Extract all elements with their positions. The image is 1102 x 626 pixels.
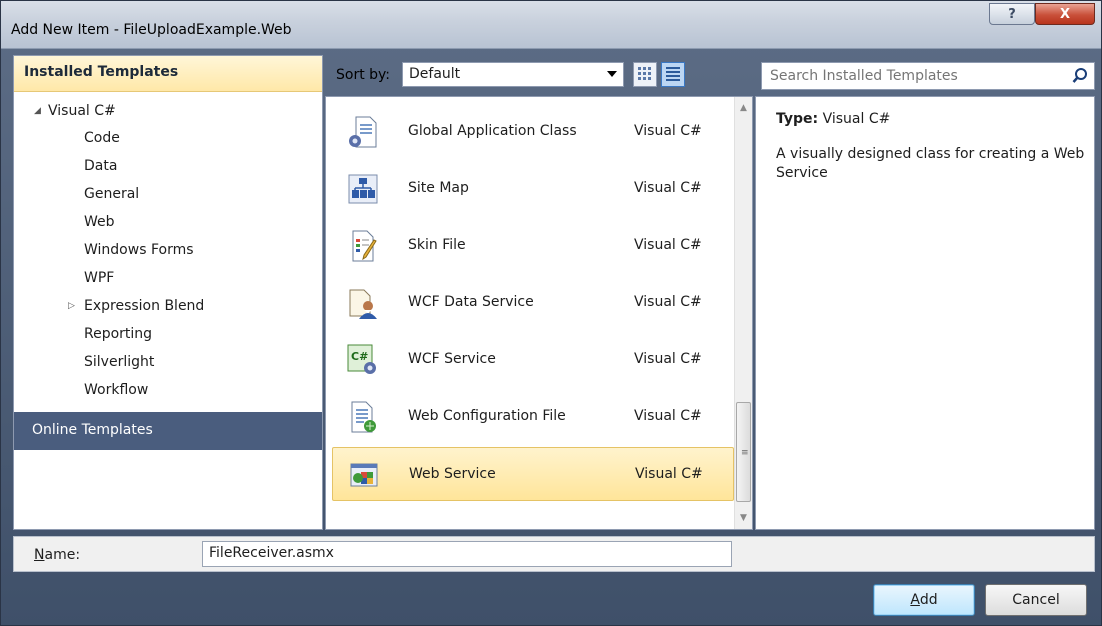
template-language: Visual C# [634,408,702,424]
list-item[interactable]: Global Application Class Visual C# [332,105,734,159]
sort-by-value: Default [409,66,461,82]
template-name: WCF Service [408,351,496,367]
grip-icon: ≡ [741,448,749,458]
expand-arrow-icon[interactable]: ▷ [68,301,75,311]
tree-item-data[interactable]: Data [84,158,117,174]
scroll-up-icon[interactable]: ▲ [740,103,747,113]
list-item[interactable]: Site Map Visual C# [332,162,734,216]
template-list-scrollbar[interactable]: ▲ ≡ ▼ [734,97,752,529]
title-buttons: ? X [989,3,1095,25]
details-view-button[interactable] [661,62,685,87]
template-name: Site Map [408,180,469,196]
template-name: Skin File [408,237,466,253]
type-label: Type: [776,111,819,127]
installed-templates-header[interactable]: Installed Templates [14,56,322,92]
chevron-down-icon [607,71,617,77]
scrollbar-thumb[interactable]: ≡ [736,402,751,502]
add-button-label: dd [919,592,938,608]
list-view-icon [666,67,680,81]
wcf-data-service-icon [349,289,377,319]
global-app-class-icon [349,116,377,148]
scroll-down-icon[interactable]: ▼ [740,513,747,523]
name-row: Name: FileReceiver.asmx [13,536,1095,572]
search-input[interactable] [762,63,1062,89]
template-language: Visual C# [634,180,702,196]
template-language: Visual C# [634,237,702,253]
list-item[interactable]: Web Configuration File Visual C# [332,390,734,444]
help-button[interactable]: ? [989,3,1035,25]
template-name: Web Configuration File [408,408,566,424]
tree-item-reporting[interactable]: Reporting [84,326,152,342]
close-button[interactable]: X [1035,3,1095,25]
sort-by-dropdown[interactable]: Default [402,62,624,87]
add-new-item-dialog: Add New Item - FileUploadExample.Web ? X… [0,0,1102,626]
list-item[interactable]: C# WCF Service Visual C# [332,333,734,387]
window-title: Add New Item - FileUploadExample.Web [11,22,292,38]
template-list: Global Application Class Visual C# Site … [325,96,753,530]
search-box[interactable] [761,62,1095,90]
cancel-button[interactable]: Cancel [985,584,1087,616]
add-button[interactable]: Add [873,584,975,616]
grid-view-icon [638,67,651,80]
template-description: A visually designed class for creating a… [776,146,1085,181]
template-language: Visual C# [634,123,702,139]
template-details-panel: Type: Visual C# A visually designed clas… [755,96,1095,530]
title-bar[interactable]: Add New Item - FileUploadExample.Web ? X [1,1,1101,49]
svg-text:C#: C# [351,350,368,363]
tree-item-visual-csharp[interactable]: Visual C# [48,103,116,119]
tree-item-web[interactable]: Web [84,214,115,230]
list-item[interactable]: Skin File Visual C# [332,219,734,273]
tree-item-general[interactable]: General [84,186,139,202]
template-language: Visual C# [634,351,702,367]
name-field[interactable]: FileReceiver.asmx [202,541,732,567]
wcf-service-icon: C# [347,344,376,374]
template-name: Global Application Class [408,123,577,139]
category-tree: ◢ Visual C# Code Data General Web Window… [14,92,322,412]
list-item-selected[interactable]: Web Service Visual C# [332,447,734,501]
template-language: Visual C# [635,466,703,482]
site-map-icon [348,174,378,204]
small-icons-view-button[interactable] [633,62,657,87]
template-language: Visual C# [634,294,702,310]
template-name: WCF Data Service [408,294,534,310]
tree-item-code[interactable]: Code [84,130,120,146]
name-label-rest: ame: [44,547,81,563]
name-label: Name: [34,547,80,563]
template-type: Type: Visual C# [776,111,890,127]
sort-by-label: Sort by: [336,67,391,83]
tree-item-windows-forms[interactable]: Windows Forms [84,242,194,258]
expand-collapse-icon[interactable]: ◢ [34,106,41,116]
tree-item-workflow[interactable]: Workflow [84,382,148,398]
online-templates-header[interactable]: Online Templates [14,412,322,450]
list-item[interactable]: WCF Data Service Visual C# [332,276,734,330]
tree-item-silverlight[interactable]: Silverlight [84,354,154,370]
web-config-file-icon [351,401,376,433]
skin-file-icon [352,230,377,262]
web-service-icon [350,463,378,487]
search-icon[interactable] [1071,67,1089,85]
template-name: Web Service [409,466,496,482]
name-label-accelerator: N [34,547,45,563]
template-categories-panel: Installed Templates ◢ Visual C# Code Dat… [13,55,323,530]
add-button-accelerator: A [910,592,920,608]
tree-item-expression-blend[interactable]: Expression Blend [84,298,204,314]
type-value: Visual C# [822,111,891,127]
tree-item-wpf[interactable]: WPF [84,270,114,286]
